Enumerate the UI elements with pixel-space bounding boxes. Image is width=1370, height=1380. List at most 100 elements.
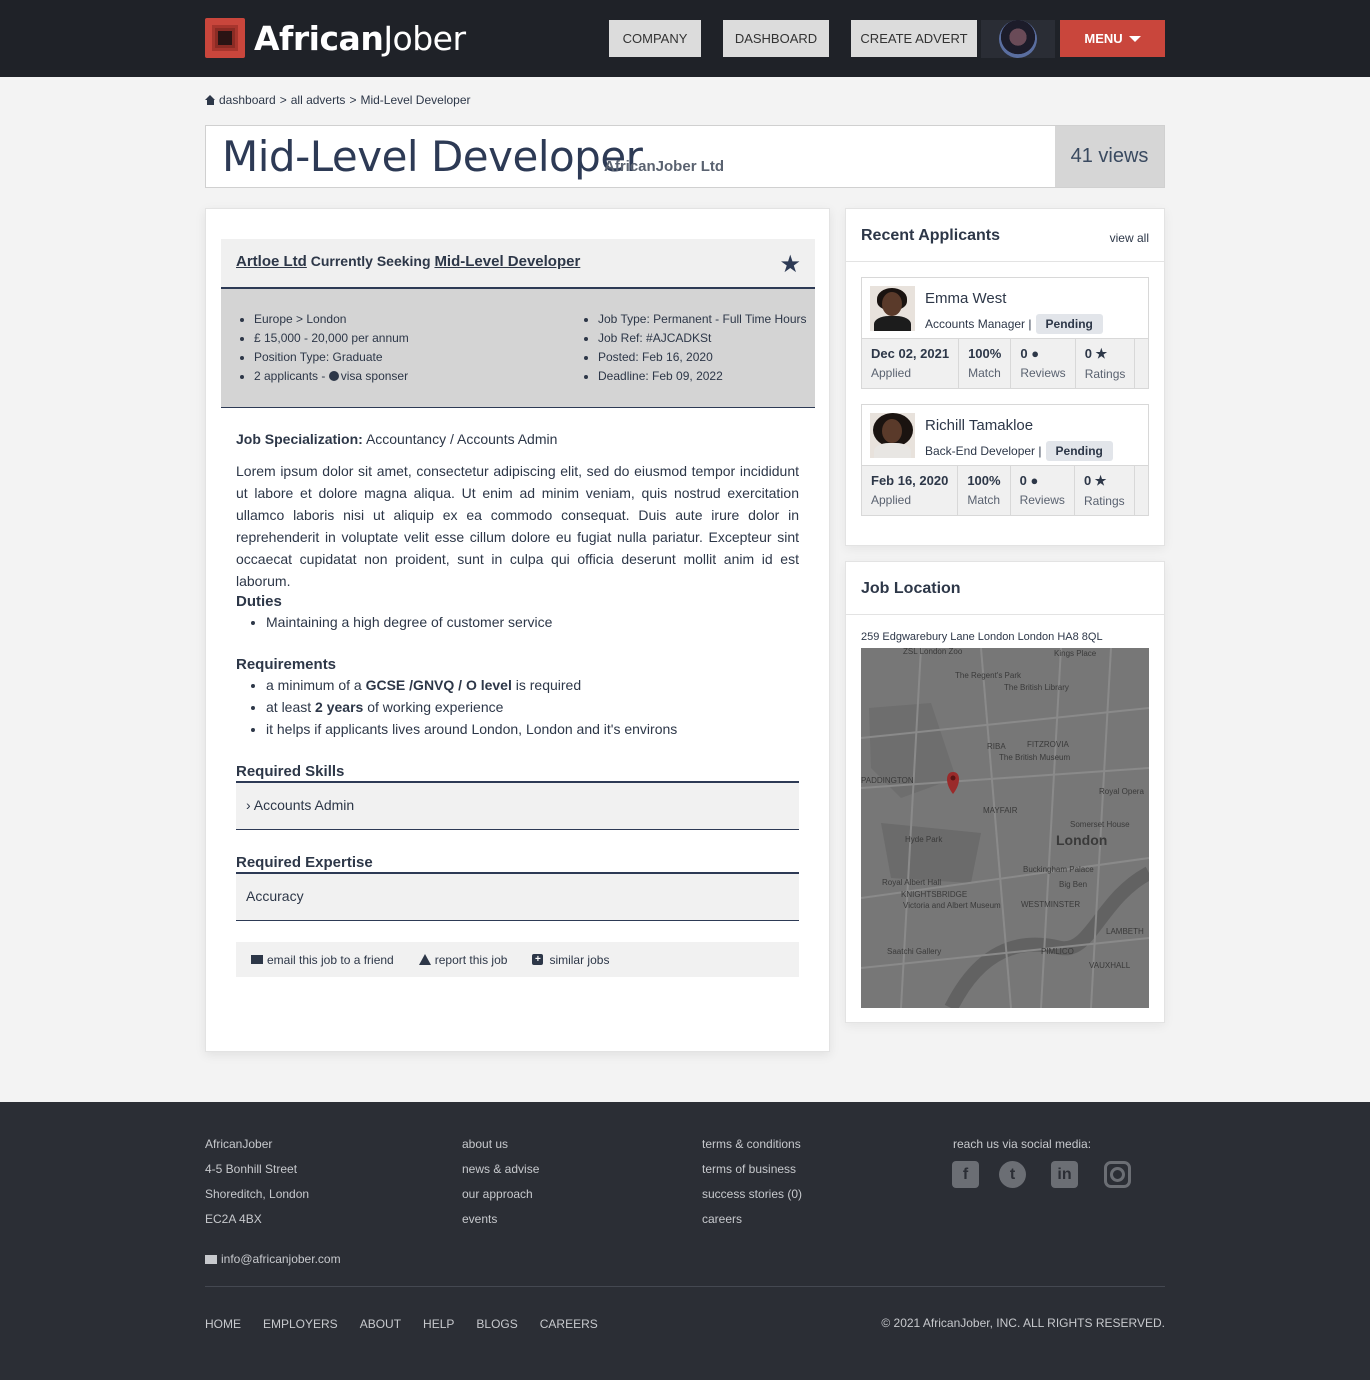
status-badge: Pending (1045, 441, 1113, 461)
recent-applicants-title: Recent Applicants (861, 227, 1000, 244)
requirements-heading: Requirements (236, 656, 337, 673)
footer-link[interactable]: terms of business (702, 1162, 802, 1187)
footer-nav-home[interactable]: HOME (205, 1317, 241, 1331)
recent-applicants-card: Recent Applicants view all Emma West Acc… (845, 208, 1165, 546)
nav-dashboard-button[interactable]: DASHBOARD (723, 20, 829, 57)
job-location: Europe > London (254, 312, 409, 331)
footer-link[interactable]: terms & conditions (702, 1137, 802, 1162)
skill-item: Accounts Admin (253, 797, 355, 813)
job-deadline: Deadline: Feb 09, 2022 (598, 369, 807, 388)
job-location-header: Job Location (846, 562, 1164, 615)
job-location-card: Job Location 259 Edgwarebury Lane London… (845, 561, 1165, 1023)
map-label: The British Museum (999, 753, 1070, 762)
list-item: it helps if applicants lives around Lond… (266, 718, 677, 740)
footer-links-terms: terms & conditions terms of business suc… (702, 1137, 802, 1237)
page-title: Mid-Level Developer (222, 132, 643, 181)
menu-button[interactable]: MENU (1060, 20, 1165, 57)
applicant-card[interactable]: Emma West Accounts Manager | Pending Dec … (861, 277, 1149, 389)
footer-nav-blogs[interactable]: BLOGS (476, 1317, 517, 1331)
view-all-link[interactable]: view all (1110, 231, 1149, 245)
map-label: RIBA (987, 742, 1006, 751)
job-specialization: Job Specialization: Accountancy / Accoun… (236, 431, 558, 447)
footer-link[interactable]: success stories (0) (702, 1187, 802, 1212)
map-label: The British Library (1004, 683, 1069, 692)
job-detail-card: Artloe Ltd Currently Seeking Mid-Level D… (205, 208, 830, 1052)
footer-link[interactable]: events (462, 1212, 539, 1237)
breadcrumb-all-adverts[interactable]: all adverts (291, 93, 346, 107)
user-avatar[interactable] (981, 20, 1055, 58)
map-label: PIMLICO (1041, 947, 1074, 956)
footer-link[interactable]: news & advise (462, 1162, 539, 1187)
logo-text: AfricanJober (254, 18, 466, 58)
job-actions-bar: email this job to a friend report this j… (236, 942, 799, 977)
applicant-role: Accounts Manager | Pending (925, 314, 1103, 334)
job-info-right: Job Type: Permanent - Full Time Hours Jo… (598, 312, 807, 388)
copyright: © 2021 AfricanJober, INC. ALL RIGHTS RES… (881, 1316, 1165, 1330)
site-logo[interactable]: AfricanJober (205, 18, 466, 58)
location-map[interactable]: ZSL London Zoo Kings Place The Regent's … (861, 648, 1149, 1008)
required-skills-box: › Accounts Admin (236, 781, 799, 830)
map-label: The Regent's Park (955, 671, 1022, 680)
map-label: Somerset House (1070, 820, 1130, 829)
seeking-header: Artloe Ltd Currently Seeking Mid-Level D… (221, 239, 815, 289)
footer-links-about: about us news & advise our approach even… (462, 1137, 539, 1237)
site-footer: AfricanJober 4-5 Bonhill Street Shoredit… (0, 1102, 1370, 1380)
stat-ratings: 0 ★ Ratings (1075, 466, 1135, 515)
nav-create-advert-button[interactable]: CREATE ADVERT (851, 20, 977, 57)
footer-nav-employers[interactable]: EMPLOYERS (263, 1317, 338, 1331)
breadcrumb-separator: > (279, 93, 287, 107)
applicant-name[interactable]: Emma West (925, 290, 1006, 307)
globe-icon (328, 371, 339, 381)
footer-nav-about[interactable]: ABOUT (360, 1317, 401, 1331)
map-label: Big Ben (1059, 880, 1087, 889)
breadcrumb-current: Mid-Level Developer (360, 93, 471, 107)
stat-reviews: 0 ● Reviews (1011, 466, 1075, 515)
stat-match: 100% Match (958, 466, 1011, 515)
map-label: VAUXHALL (1089, 961, 1131, 970)
footer-address: AfricanJober 4-5 Bonhill Street Shoredit… (205, 1137, 310, 1226)
footer-link[interactable]: our approach (462, 1187, 539, 1212)
applicant-stats: Feb 16, 2020 Applied 100% Match 0 ● Reviews… (862, 466, 1148, 515)
map-label: Victoria and Albert Museum (903, 901, 1001, 910)
footer-nav-help[interactable]: HELP (423, 1317, 454, 1331)
job-description: Lorem ipsum dolor sit amet, consectetur … (236, 463, 799, 589)
twitter-icon[interactable]: t (999, 1161, 1026, 1188)
map-svg: ZSL London Zoo Kings Place The Regent's … (861, 648, 1149, 1008)
email-job-link[interactable]: email this job to a friend (251, 953, 394, 967)
report-job-link[interactable]: report this job (418, 953, 507, 967)
status-badge: Pending (1035, 314, 1103, 334)
warning-icon (418, 954, 431, 965)
title-company: AfricanJober Ltd (604, 158, 725, 175)
role-link[interactable]: Mid-Level Developer (434, 253, 580, 270)
stat-reviews: 0 ● Reviews (1011, 339, 1076, 388)
map-label: WESTMINSTER (1021, 900, 1080, 909)
footer-link[interactable]: careers (702, 1212, 802, 1237)
expertise-item: Accuracy (246, 888, 304, 904)
social-label: reach us via social media: (953, 1137, 1092, 1151)
top-navbar: AfricanJober COMPANY DASHBOARD CREATE AD… (0, 0, 1370, 77)
map-label: KNIGHTSBRIDGE (901, 890, 967, 899)
map-label: MAYFAIR (983, 806, 1018, 815)
company-link[interactable]: Artloe Ltd (236, 253, 307, 270)
home-icon (205, 95, 216, 105)
footer-link[interactable]: about us (462, 1137, 539, 1162)
breadcrumb-dashboard[interactable]: dashboard (219, 93, 276, 107)
list-item: Maintaining a high degree of customer se… (266, 611, 552, 633)
map-label: LAMBETH (1106, 927, 1144, 936)
footer-nav-careers[interactable]: CAREERS (540, 1317, 598, 1331)
instagram-icon[interactable] (1104, 1161, 1131, 1188)
applicant-name[interactable]: Richill Tamakloe (925, 417, 1033, 434)
footer-email[interactable]: info@africanjober.com (205, 1252, 341, 1266)
linkedin-icon[interactable]: in (1051, 1161, 1078, 1188)
views-count: 41 views (1055, 126, 1164, 187)
nav-company-button[interactable]: COMPANY (609, 20, 701, 57)
star-icon[interactable]: ★ (779, 250, 801, 279)
comment-icon: ● (1030, 473, 1039, 488)
avatar-image (999, 20, 1037, 58)
facebook-icon[interactable]: f (952, 1161, 979, 1188)
applicant-photo (870, 413, 915, 458)
applicant-card[interactable]: Richill Tamakloe Back-End Developer | Pen… (861, 404, 1149, 516)
applicant-role: Back-End Developer | Pending (925, 441, 1113, 461)
similar-jobs-link[interactable]: + similar jobs (532, 953, 609, 967)
star-icon: ★ (1094, 473, 1107, 488)
